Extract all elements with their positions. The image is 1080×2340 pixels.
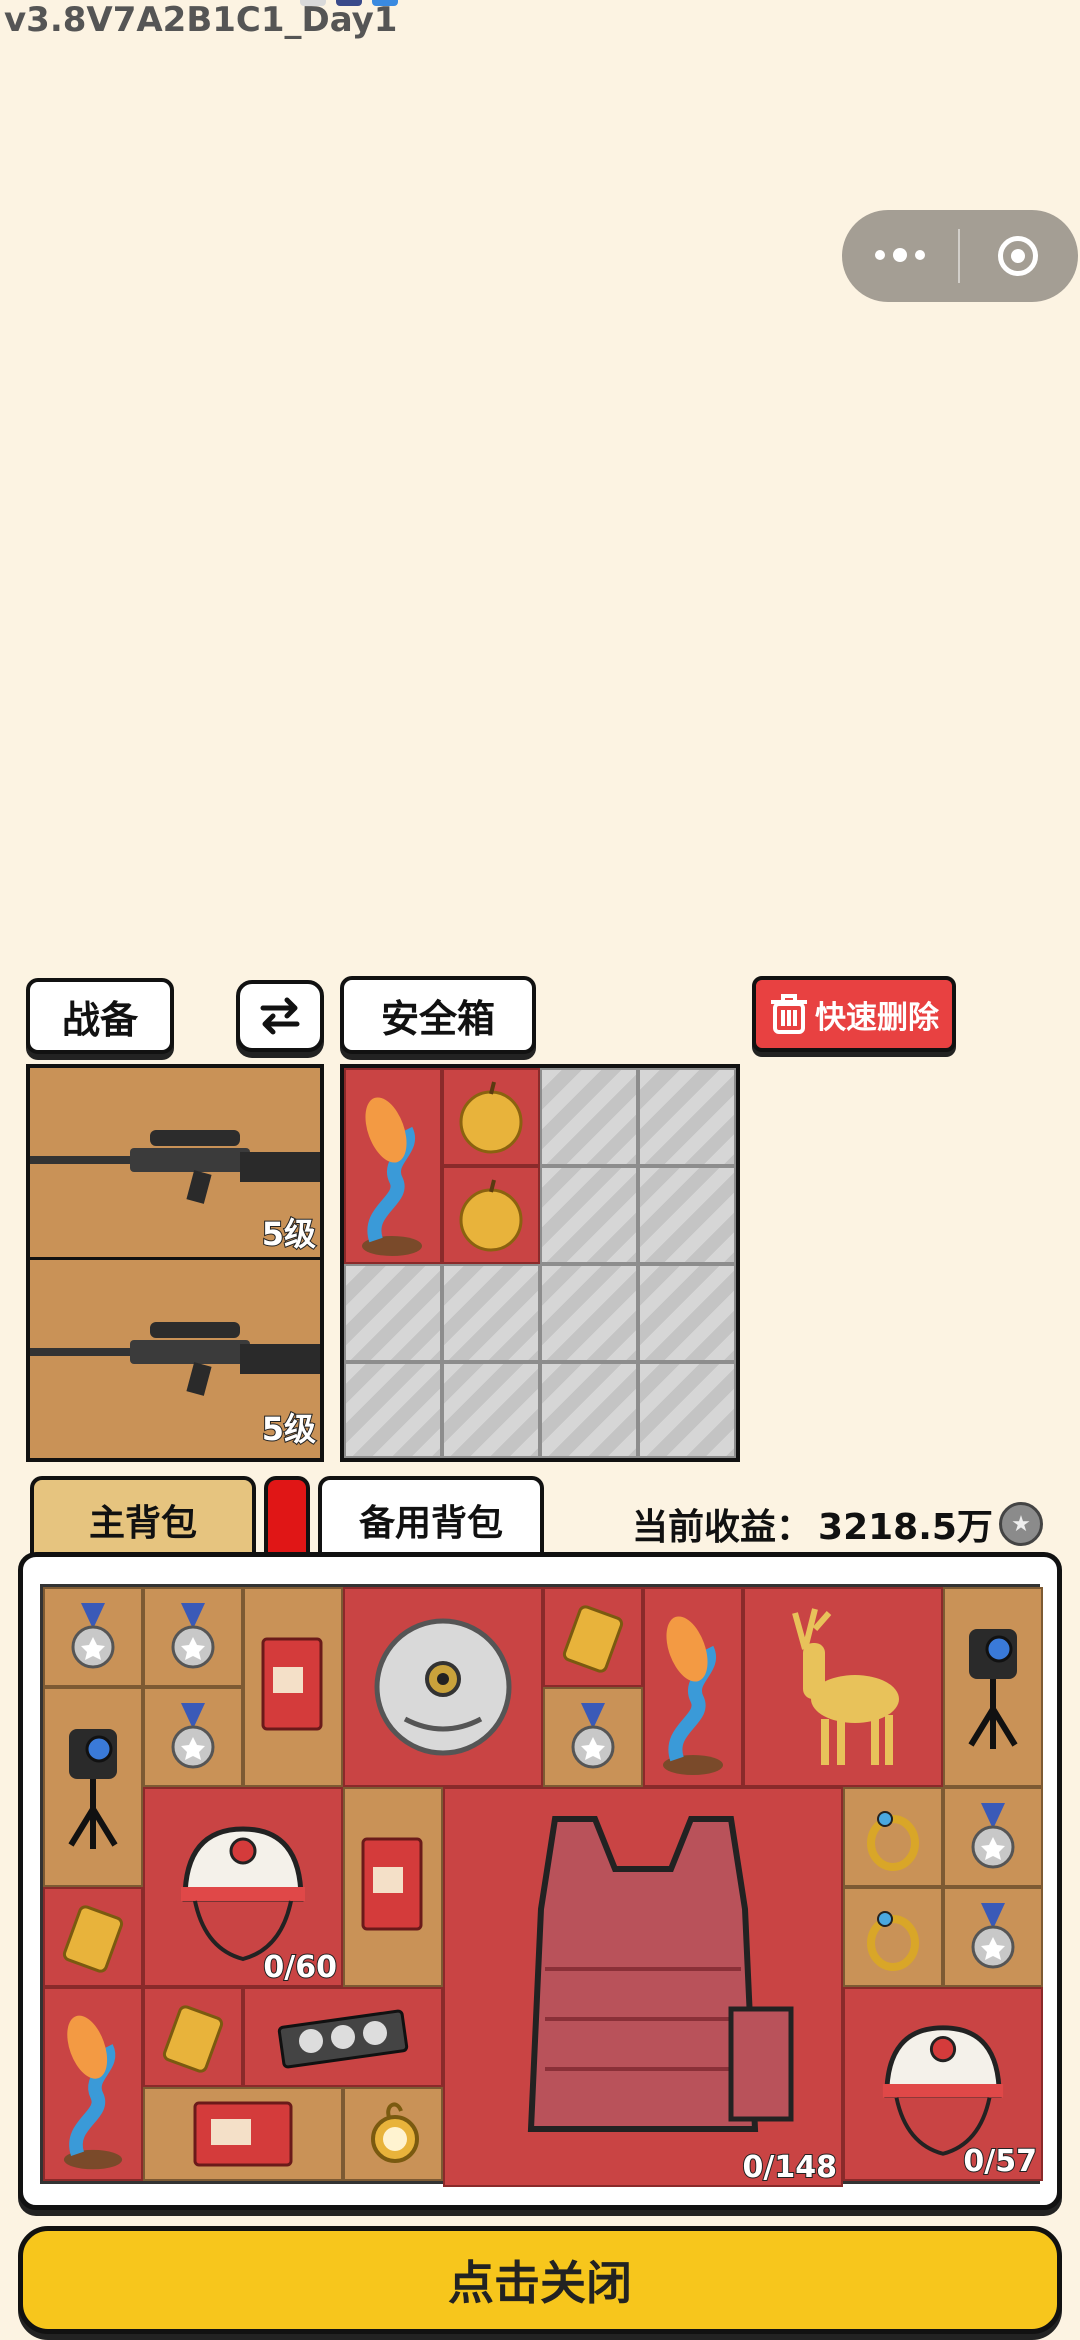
item-koi-fish-statue[interactable] — [643, 1587, 743, 1787]
safe-empty-cell[interactable] — [540, 1068, 638, 1166]
item-gold-bar[interactable] — [543, 1587, 643, 1687]
safe-empty-cell[interactable] — [638, 1264, 736, 1362]
safe-empty-cell[interactable] — [638, 1166, 736, 1264]
item-coffee-box[interactable] — [343, 1787, 443, 1987]
silver-mask-icon — [374, 1618, 512, 1756]
golden-deer-icon — [792, 1608, 899, 1765]
current-earnings: 当前收益： 3218.5万 ★ — [632, 1498, 1043, 1550]
safe-empty-cell[interactable] — [344, 1264, 442, 1362]
item-golden-deer[interactable] — [743, 1587, 943, 1787]
safe-item-koi[interactable] — [344, 1068, 442, 1264]
coffee-box-icon — [361, 1837, 423, 1931]
item-medal[interactable] — [143, 1687, 243, 1787]
item-gold-bar[interactable] — [143, 1987, 243, 2087]
item-koi-fish-statue[interactable] — [43, 1987, 143, 2181]
more-dots-icon[interactable] — [842, 248, 958, 262]
swap-button[interactable] — [236, 980, 324, 1052]
item-medal[interactable] — [543, 1687, 643, 1787]
tab-backup-backpack[interactable]: 备用背包 — [318, 1476, 544, 1560]
coin-icon: ★ — [998, 1502, 1043, 1546]
safe-empty-cell[interactable] — [540, 1166, 638, 1264]
item-coffee-box[interactable] — [243, 1587, 343, 1787]
tab-main-backpack[interactable]: 主背包 — [30, 1476, 256, 1560]
weapon-panel: 5级 5级 — [26, 1064, 324, 1462]
koi-fish-statue-icon — [63, 2015, 123, 2170]
medal-icon — [571, 1703, 615, 1769]
gold-bar-icon — [162, 2005, 224, 2073]
action-camera-icon — [68, 1729, 118, 1849]
earnings-label: 当前收益： — [632, 1507, 813, 1548]
status-icons — [300, 0, 540, 10]
quick-delete-label: 快速删除 — [815, 999, 939, 1036]
equipment-tab[interactable]: 战备 — [26, 978, 174, 1054]
item-body-armor[interactable]: 0/148 — [443, 1787, 843, 2187]
item-helmet[interactable]: 0/57 — [843, 1987, 1043, 2181]
weapon-slot-1[interactable]: 5级 — [30, 1068, 320, 1260]
safe-empty-cell[interactable] — [638, 1068, 736, 1166]
item-medal[interactable] — [943, 1887, 1043, 1987]
trash-icon — [771, 994, 807, 1034]
pocket-watch-icon — [371, 2102, 419, 2163]
safe-empty-cell[interactable] — [540, 1264, 638, 1362]
item-medal[interactable] — [943, 1787, 1043, 1887]
backpack-grid: 0/60 0/148 0/57 — [40, 1584, 1043, 2187]
gold-bar-icon — [62, 1905, 124, 1973]
item-helmet[interactable]: 0/60 — [143, 1787, 343, 1987]
swap-arrows-icon — [260, 997, 300, 1035]
safe-empty-cell[interactable] — [638, 1362, 736, 1458]
gpu-card-icon — [277, 2009, 409, 2069]
target-circle-icon[interactable] — [960, 236, 1076, 276]
medal-icon — [171, 1703, 215, 1769]
armor-capacity: 0/148 — [742, 2149, 838, 2186]
capsule-menu — [842, 210, 1078, 302]
item-gold-pocket-watch[interactable] — [343, 2087, 443, 2181]
golden-apple-icon — [459, 1179, 523, 1252]
item-gold-ring[interactable] — [843, 1787, 943, 1887]
item-coffee-box[interactable] — [143, 2087, 343, 2181]
coffee-box-icon — [193, 2101, 293, 2167]
gold-ring-icon — [867, 1811, 919, 1871]
gold-bar-icon — [562, 1605, 624, 1673]
item-medal[interactable] — [143, 1587, 243, 1687]
safe-item-apple[interactable] — [442, 1166, 540, 1264]
item-gold-ring[interactable] — [843, 1887, 943, 1987]
action-camera-icon — [968, 1629, 1018, 1749]
helmet-capacity: 0/57 — [962, 2143, 1038, 2180]
safe-box-tab[interactable]: 安全箱 — [340, 976, 536, 1054]
medal-icon — [971, 1803, 1015, 1869]
medal-icon — [171, 1603, 215, 1669]
item-medal[interactable] — [43, 1587, 143, 1687]
item-action-camera[interactable] — [943, 1587, 1043, 1787]
weapon-slot-2[interactable]: 5级 — [30, 1260, 320, 1452]
body-armor-icon — [527, 1816, 794, 2132]
weapon-level: 5级 — [261, 1214, 317, 1254]
earnings-value: 3218.5万 — [818, 1507, 993, 1548]
item-gpu-card[interactable] — [243, 1987, 443, 2087]
gold-ring-icon — [867, 1911, 919, 1971]
medal-icon — [71, 1603, 115, 1669]
koi-fish-statue-icon — [362, 1097, 422, 1256]
safe-empty-cell[interactable] — [540, 1362, 638, 1458]
koi-fish-statue-icon — [663, 1616, 723, 1775]
safe-item-apple[interactable] — [442, 1068, 540, 1166]
coffee-box-icon — [261, 1637, 323, 1731]
item-gold-bar[interactable] — [43, 1887, 143, 1987]
safe-empty-cell[interactable] — [442, 1362, 540, 1458]
close-button[interactable]: 点击关闭 — [18, 2226, 1062, 2334]
safe-empty-cell[interactable] — [344, 1362, 442, 1458]
safe-empty-cell[interactable] — [442, 1264, 540, 1362]
golden-apple-icon — [459, 1081, 523, 1154]
medal-icon — [971, 1903, 1015, 1969]
item-action-camera[interactable] — [43, 1687, 143, 1887]
quick-delete-button[interactable]: 快速删除 — [752, 976, 956, 1052]
safe-box-grid — [340, 1064, 740, 1462]
helmet-capacity: 0/60 — [262, 1949, 338, 1986]
tab-red-marker[interactable] — [264, 1476, 310, 1560]
weapon-level: 5级 — [261, 1409, 317, 1449]
item-silver-mask[interactable] — [343, 1587, 543, 1787]
